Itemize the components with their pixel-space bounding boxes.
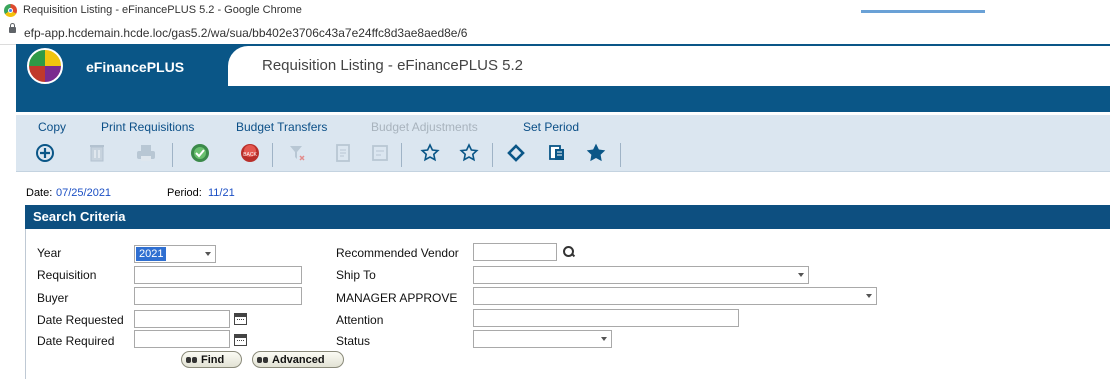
date-label: Date: [26, 187, 53, 199]
date-value: 07/25/2021 [56, 187, 112, 199]
star-outline-icon[interactable] [457, 141, 481, 165]
search-criteria-title: Search Criteria [33, 209, 126, 224]
status-select[interactable] [473, 330, 612, 348]
efinanceplus-logo-icon [27, 48, 63, 84]
date-required-label: Date Required [37, 334, 115, 348]
period-label: Period: [167, 187, 202, 199]
requisition-label: Requisition [37, 268, 97, 282]
filter-clear-icon [285, 141, 309, 165]
ship-to-select[interactable] [473, 266, 809, 284]
buyer-input[interactable] [134, 287, 302, 305]
search-icon[interactable] [562, 245, 575, 258]
diamond-icon[interactable] [504, 141, 528, 165]
chevron-down-icon [866, 294, 872, 298]
panel-border [25, 229, 26, 379]
binoculars-icon [186, 355, 198, 364]
year-value: 2021 [136, 247, 167, 261]
calendar-icon[interactable] [234, 313, 247, 325]
window-title: Requisition Listing - eFinancePLUS 5.2 -… [23, 4, 302, 16]
page-title: Requisition Listing - eFinancePLUS 5.2 [262, 57, 523, 74]
delete-icon [85, 141, 109, 165]
advanced-button[interactable]: Advanced [252, 351, 344, 368]
svg-text:BACK: BACK [243, 152, 257, 158]
buyer-label: Buyer [37, 291, 69, 305]
app-name: eFinancePLUS [86, 59, 185, 75]
period-value: 11/21 [208, 187, 235, 199]
manager-approve-select[interactable] [473, 287, 877, 305]
browser-title-bar: Requisition Listing - eFinancePLUS 5.2 -… [0, 0, 1110, 23]
copy-icon[interactable] [545, 141, 569, 165]
search-criteria-header [25, 205, 1110, 229]
status-label: Status [336, 334, 371, 348]
date-required-input[interactable] [134, 330, 230, 348]
lock-icon [9, 23, 16, 33]
menu-set-period[interactable]: Set Period [523, 120, 579, 134]
document-icon [331, 141, 355, 165]
toolbar-separator [620, 143, 621, 167]
chevron-down-icon [205, 252, 211, 256]
menu-copy[interactable]: Copy [38, 120, 66, 134]
binoculars-icon [257, 355, 269, 364]
chrome-logo-icon [4, 4, 17, 17]
ship-to-label: Ship To [336, 268, 376, 282]
attention-input[interactable] [473, 309, 739, 327]
star-filled-icon[interactable] [584, 141, 608, 165]
advanced-button-label: Advanced [272, 353, 325, 366]
toolbar-separator [492, 143, 493, 167]
toolbar-separator [172, 143, 173, 167]
star-outline-icon[interactable] [418, 141, 442, 165]
menu-budget-adjustments: Budget Adjustments [371, 120, 478, 134]
year-select[interactable]: 2021 [134, 245, 216, 263]
requisition-input[interactable] [134, 266, 302, 284]
recommended-vendor-input[interactable] [473, 243, 557, 261]
date-requested-input[interactable] [134, 310, 230, 328]
manager-approve-label: MANAGER APPROVE [336, 291, 458, 305]
recommended-vendor-label: Recommended Vendor [336, 246, 459, 260]
toolbar-separator [272, 143, 273, 167]
print-icon [134, 141, 158, 165]
add-icon[interactable] [33, 141, 57, 165]
chevron-down-icon [601, 337, 607, 341]
calendar-icon[interactable] [234, 334, 247, 346]
tab-accent [861, 10, 985, 13]
find-button[interactable]: Find [181, 351, 242, 368]
toolbar-separator [401, 143, 402, 167]
back-icon[interactable]: BACK [238, 141, 262, 165]
find-button-label: Find [201, 353, 225, 366]
url-text[interactable]: efp-app.hcdemain.hcde.loc/gas5.2/wa/sua/… [24, 26, 467, 40]
attention-label: Attention [336, 313, 384, 327]
form-icon [368, 141, 392, 165]
chevron-down-icon [798, 273, 804, 277]
menu-budget-transfers[interactable]: Budget Transfers [236, 120, 327, 134]
year-label: Year [37, 246, 62, 260]
date-requested-label: Date Requested [37, 313, 124, 327]
approve-icon[interactable] [188, 141, 212, 165]
menu-print-requisitions[interactable]: Print Requisitions [101, 120, 194, 134]
